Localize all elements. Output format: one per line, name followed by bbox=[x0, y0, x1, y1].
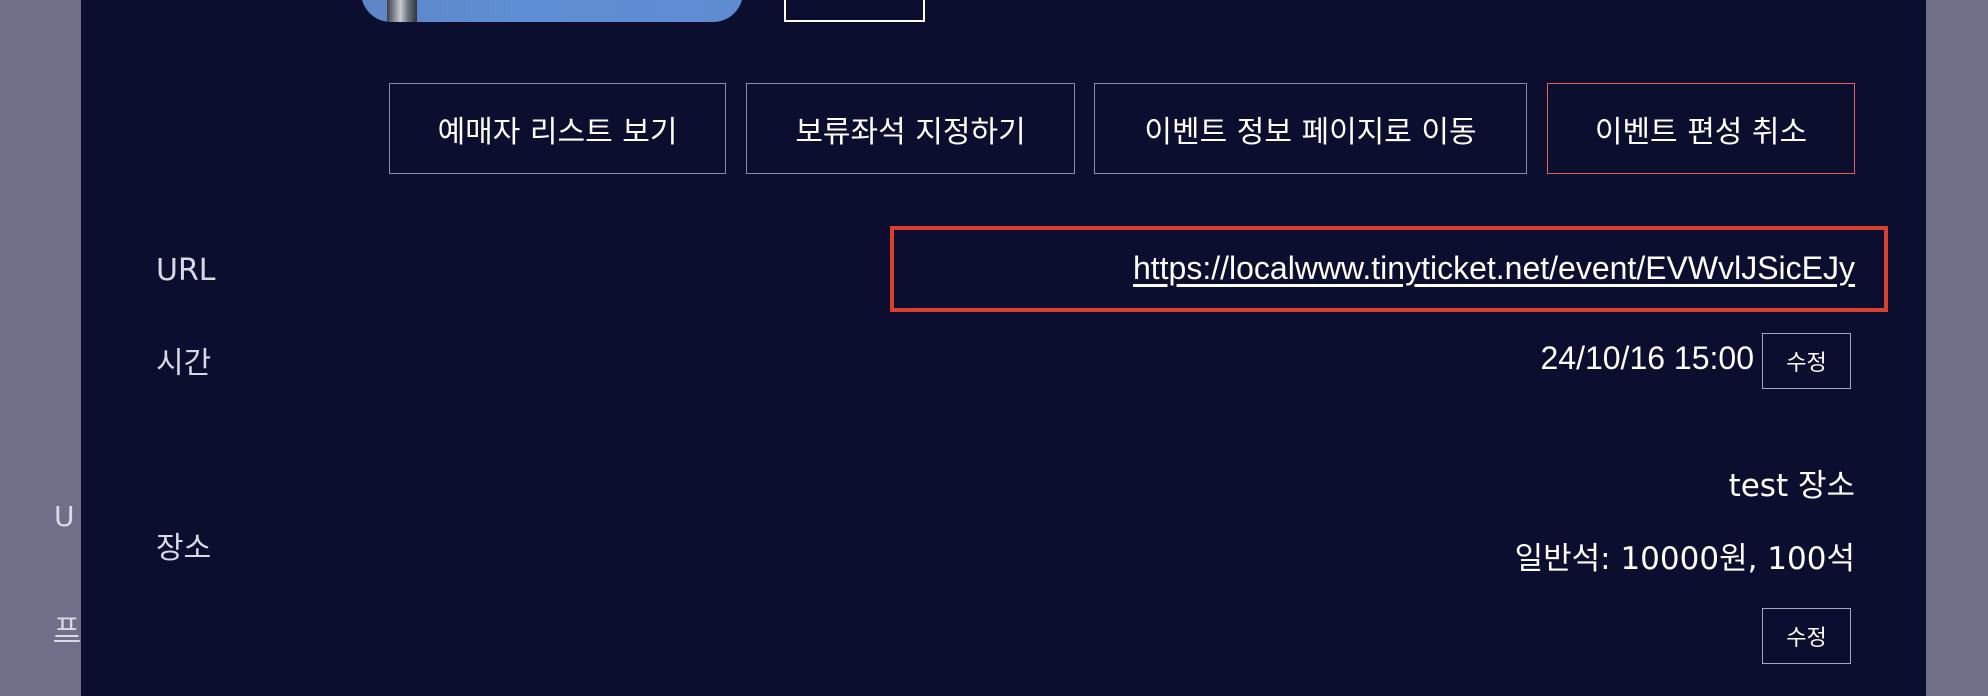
edit-time-button[interactable]: 수정 bbox=[1762, 333, 1851, 389]
set-hold-seats-button[interactable]: 보류좌석 지정하기 bbox=[746, 83, 1075, 174]
time-label: 시간 bbox=[156, 346, 212, 381]
go-to-event-page-button[interactable]: 이벤트 정보 페이지로 이동 bbox=[1094, 83, 1527, 174]
event-time-value: 24/10/16 15:00 bbox=[1540, 340, 1754, 376]
right-overlay-edge bbox=[1926, 0, 1988, 696]
event-thumbnail-image bbox=[361, 0, 743, 22]
url-label: URL bbox=[156, 253, 216, 288]
top-outlined-button[interactable] bbox=[784, 0, 925, 22]
edit-place-button[interactable]: 수정 bbox=[1762, 608, 1851, 664]
thumbnail-detail bbox=[387, 0, 417, 22]
view-buyer-list-button[interactable]: 예매자 리스트 보기 bbox=[389, 83, 726, 174]
event-detail-modal: 예매자 리스트 보기 보류좌석 지정하기 이벤트 정보 페이지로 이동 이벤트 … bbox=[81, 0, 1926, 696]
background-text-u: U bbox=[54, 500, 75, 533]
event-url-link[interactable]: https://localwww.tinyticket.net/event/EV… bbox=[1133, 250, 1855, 287]
place-name-value: test 장소 bbox=[1728, 468, 1855, 504]
seat-info-value: 일반석: 10000원, 100석 bbox=[1514, 541, 1855, 577]
place-label: 장소 bbox=[156, 531, 212, 566]
cancel-event-button[interactable]: 이벤트 편성 취소 bbox=[1547, 83, 1855, 174]
background-text-p: 프 bbox=[54, 612, 80, 645]
